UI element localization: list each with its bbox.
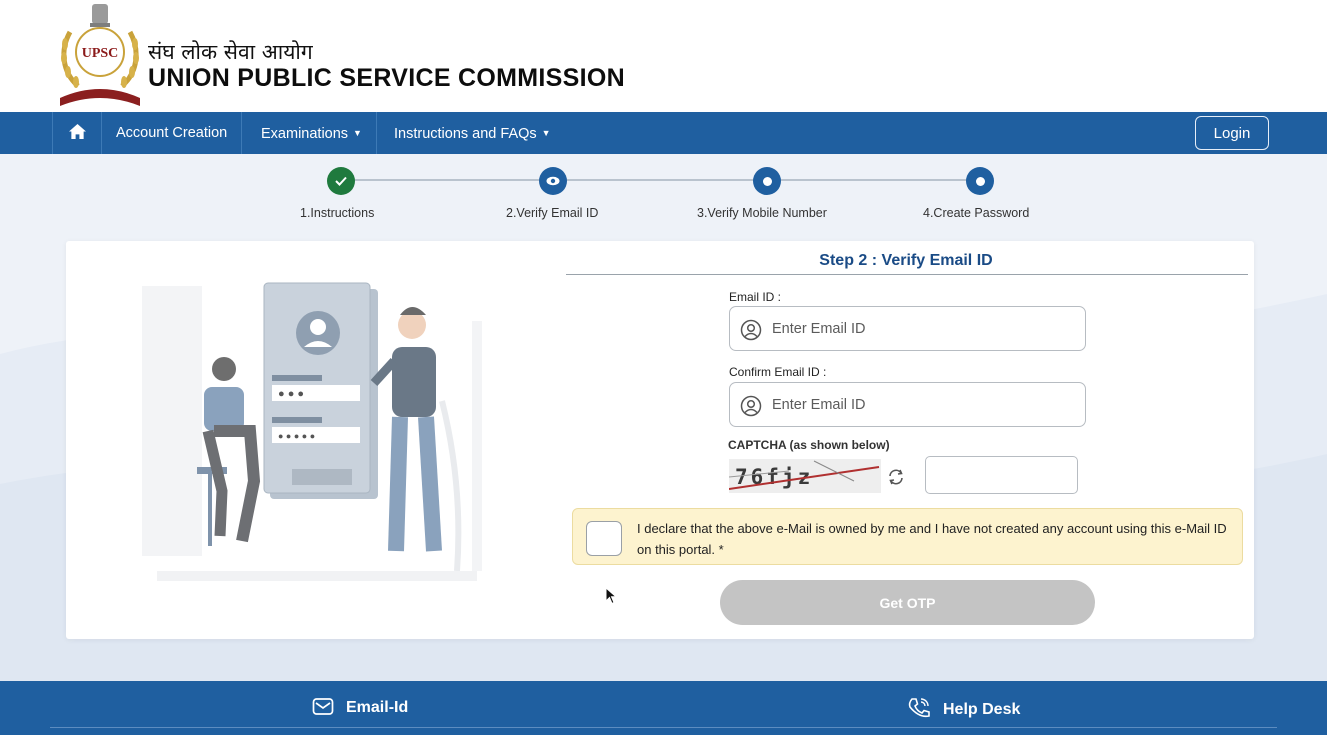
verify-email-card: ● ● ● ● ● ● ● ● Step 2 : Verify Email ID… — [66, 241, 1254, 639]
nav-account-creation[interactable]: Account Creation — [102, 112, 243, 154]
step-label: 4.Create Password — [923, 206, 1030, 220]
title-divider — [566, 274, 1248, 275]
eye-icon — [546, 176, 560, 186]
main-navbar: Account Creation Examinations ▼ Instructi… — [0, 112, 1327, 154]
captcha-input[interactable] — [925, 456, 1078, 494]
declaration-box: I declare that the above e-Mail is owned… — [572, 508, 1243, 565]
captcha-image: 76fjz — [729, 459, 881, 493]
brand-title-english: UNION PUBLIC SERVICE COMMISSION — [148, 64, 625, 92]
confirm-email-label: Confirm Email ID : — [729, 365, 827, 379]
email-input[interactable] — [772, 315, 1072, 343]
home-icon — [68, 123, 86, 140]
step-4-pending-icon — [966, 167, 994, 195]
step-label: 2.Verify Email ID — [506, 206, 599, 220]
nav-examinations[interactable]: Examinations ▼ — [247, 112, 377, 154]
upsc-emblem-logo: UPSC — [60, 4, 140, 106]
step-1-done-icon — [327, 167, 355, 195]
nav-label: Examinations — [261, 126, 349, 142]
caret-down-icon: ▼ — [353, 128, 362, 138]
get-otp-button[interactable]: Get OTP — [720, 580, 1095, 625]
declaration-text: I declare that the above e-Mail is owned… — [637, 521, 1227, 557]
footer-helpdesk-label: Help Desk — [943, 701, 1021, 718]
email-field-wrapper — [729, 306, 1086, 351]
captcha-noise-lines — [729, 460, 880, 490]
site-footer: Email-Id Help Desk — [0, 681, 1327, 735]
check-icon — [335, 176, 347, 186]
svg-text:● ● ●: ● ● ● — [278, 388, 304, 400]
footer-email-link[interactable]: Email-Id — [312, 697, 408, 717]
captcha-label: CAPTCHA (as shown below) — [728, 438, 890, 452]
refresh-captcha-icon[interactable] — [886, 468, 906, 486]
user-circle-icon — [740, 395, 762, 417]
step-label: 3.Verify Mobile Number — [697, 206, 827, 220]
svg-text:UPSC: UPSC — [82, 46, 119, 61]
nav-home[interactable] — [52, 112, 102, 154]
nav-label: Instructions and FAQs — [394, 126, 537, 142]
form-title: Step 2 : Verify Email ID — [819, 252, 993, 269]
step-3-pending-icon — [753, 167, 781, 195]
login-button[interactable]: Login — [1195, 116, 1269, 150]
mail-icon — [312, 698, 334, 715]
footer-divider — [50, 727, 1277, 728]
caret-down-icon: ▼ — [541, 128, 551, 138]
stepper-track — [341, 179, 980, 181]
declaration-checkbox[interactable] — [586, 521, 622, 556]
brand-title-hindi: संघ लोक सेवा आयोग — [148, 40, 313, 64]
site-header: UPSC संघ लोक सेवा आयोग UNION PUBLIC SERV… — [0, 0, 1327, 112]
user-circle-icon — [740, 319, 762, 341]
confirm-email-field-wrapper — [729, 382, 1086, 427]
confirm-email-input[interactable] — [772, 391, 1072, 419]
nav-label: Account Creation — [116, 125, 228, 141]
mouse-cursor-icon — [605, 587, 617, 605]
footer-email-label: Email-Id — [346, 699, 409, 716]
email-label: Email ID : — [729, 290, 782, 304]
nav-instructions-faqs[interactable]: Instructions and FAQs ▼ — [380, 112, 565, 154]
svg-text:● ● ● ● ●: ● ● ● ● ● — [278, 431, 315, 441]
phone-icon — [908, 698, 930, 718]
step-label: 1.Instructions — [300, 206, 375, 220]
step-2-active-icon — [539, 167, 567, 195]
signup-illustration: ● ● ● ● ● ● ● ● — [142, 282, 482, 581]
footer-helpdesk-link[interactable]: Help Desk — [907, 697, 1020, 719]
